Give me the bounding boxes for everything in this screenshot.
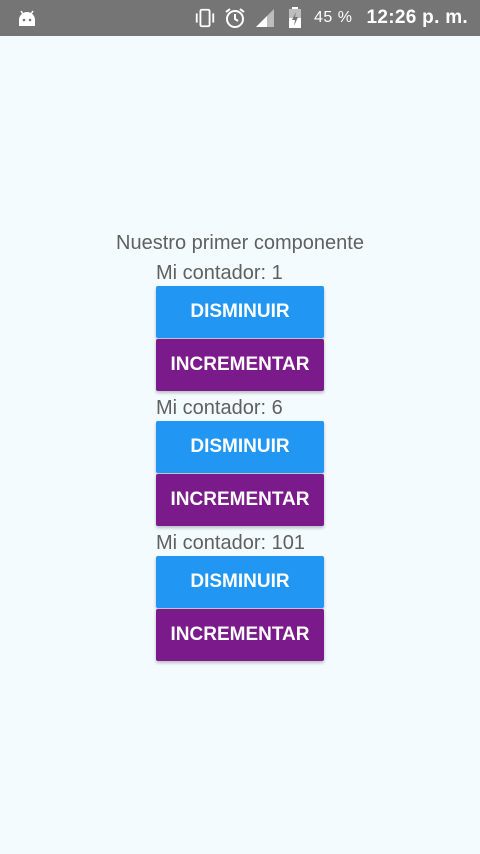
battery-icon <box>284 7 306 29</box>
alarm-icon <box>224 7 246 29</box>
main-content: Nuestro primer componente Mi contador: 1… <box>0 36 480 854</box>
increment-button[interactable]: INCREMENTAR <box>156 474 324 526</box>
decrement-button[interactable]: DISMINUIR <box>156 556 324 608</box>
counter-2: Mi contador: 6 DISMINUIR INCREMENTAR <box>156 396 324 526</box>
counter-3: Mi contador: 101 DISMINUIR INCREMENTAR <box>156 531 324 661</box>
android-icon <box>16 8 38 28</box>
battery-percent: 45 % <box>314 9 353 26</box>
increment-button[interactable]: INCREMENTAR <box>156 339 324 391</box>
signal-icon <box>254 7 276 29</box>
counter-label: Mi contador: 101 <box>156 532 305 554</box>
counter-label: Mi contador: 1 <box>156 262 283 284</box>
decrement-button[interactable]: DISMINUIR <box>156 286 324 338</box>
decrement-button[interactable]: DISMINUIR <box>156 421 324 473</box>
page-title: Nuestro primer componente <box>116 232 364 254</box>
status-icons: 45 % 12:26 p. m. <box>186 0 468 36</box>
status-bar: 45 % 12:26 p. m. <box>0 0 480 36</box>
clock: 12:26 p. m. <box>366 7 468 28</box>
increment-button[interactable]: INCREMENTAR <box>156 609 324 661</box>
vibrate-icon <box>194 7 216 29</box>
counter-1: Mi contador: 1 DISMINUIR INCREMENTAR <box>156 261 324 391</box>
counter-label: Mi contador: 6 <box>156 397 283 419</box>
